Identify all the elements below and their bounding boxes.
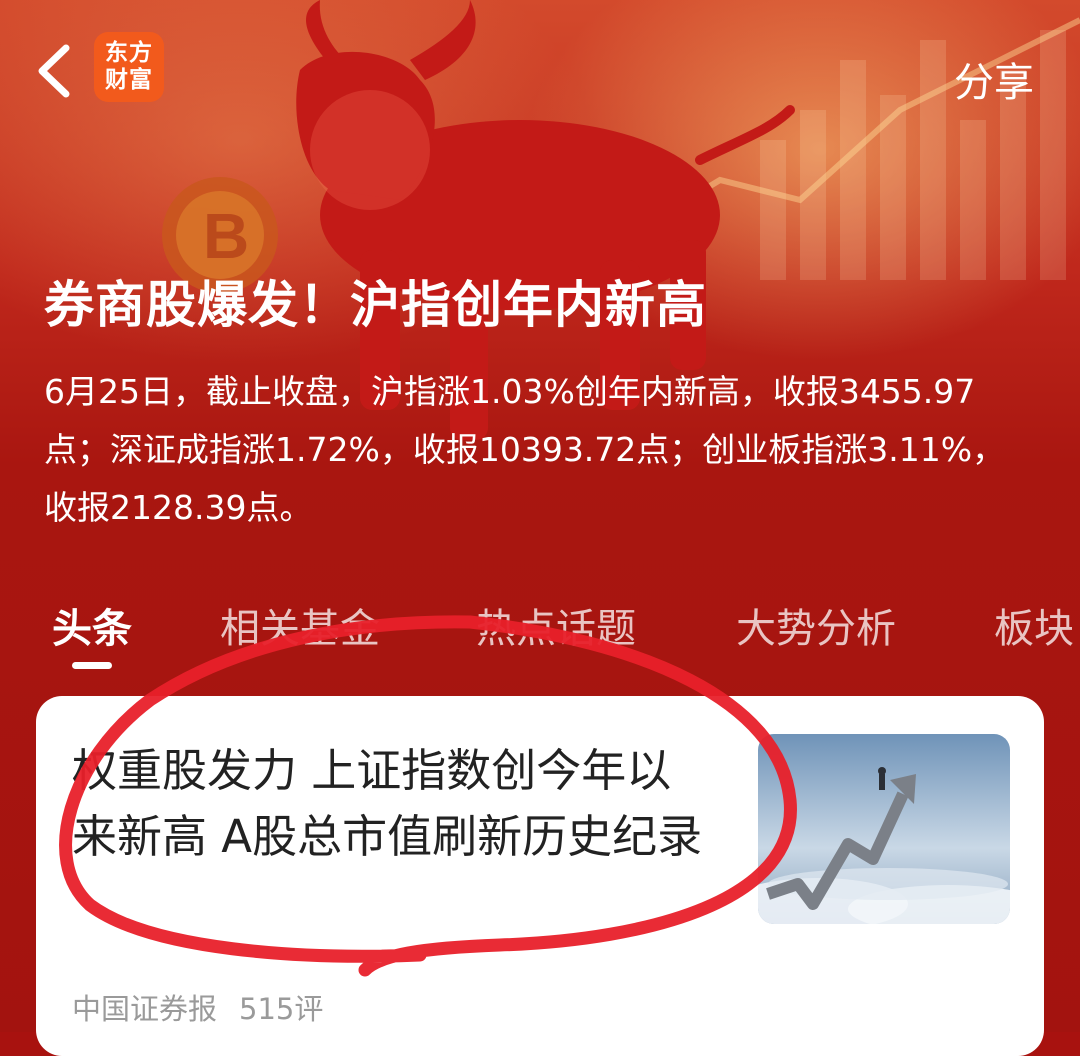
article-source: 中国证券报 [72,992,218,1026]
topic-summary: 6月25日，截止收盘，沪指涨1.03%创年内新高，收报3455.97点；深证成指… [44,372,1006,527]
article-comment-count: 515评 [239,992,324,1026]
back-button[interactable] [30,36,90,106]
tab-bar: 头条 相关基金 热点话题 大势分析 板块 [0,596,1080,676]
rising-arrow-stairs-image [758,734,1010,924]
tab-related-funds[interactable]: 相关基金 [220,596,380,654]
tab-market-analysis[interactable]: 大势分析 [736,596,896,654]
chevron-left-icon [38,44,70,98]
tab-headlines[interactable]: 头条 [52,596,132,654]
active-tab-indicator [72,662,112,669]
article-card[interactable]: 权重股发力 上证指数创今年以来新高 A股总市值刷新历史纪录 中国证券报 515评 [36,696,1044,1056]
top-bar: 东方 财富 分享 [0,0,1080,140]
article-thumbnail[interactable] [758,734,1010,924]
logo-text-line2: 财富 [105,67,153,93]
topic-title: 券商股爆发！沪指创年内新高 [44,276,707,334]
app-logo: 东方 财富 [94,32,164,102]
logo-text-line1: 东方 [105,40,153,66]
tab-hot-topics[interactable]: 热点话题 [476,596,636,654]
svg-text:B: B [203,200,249,272]
tab-sectors[interactable]: 板块 [994,596,1074,654]
article-title[interactable]: 权重股发力 上证指数创今年以来新高 A股总市值刷新历史纪录 [72,738,712,870]
share-button[interactable]: 分享 [954,50,1034,108]
article-meta: 中国证券报 515评 [72,986,323,1028]
